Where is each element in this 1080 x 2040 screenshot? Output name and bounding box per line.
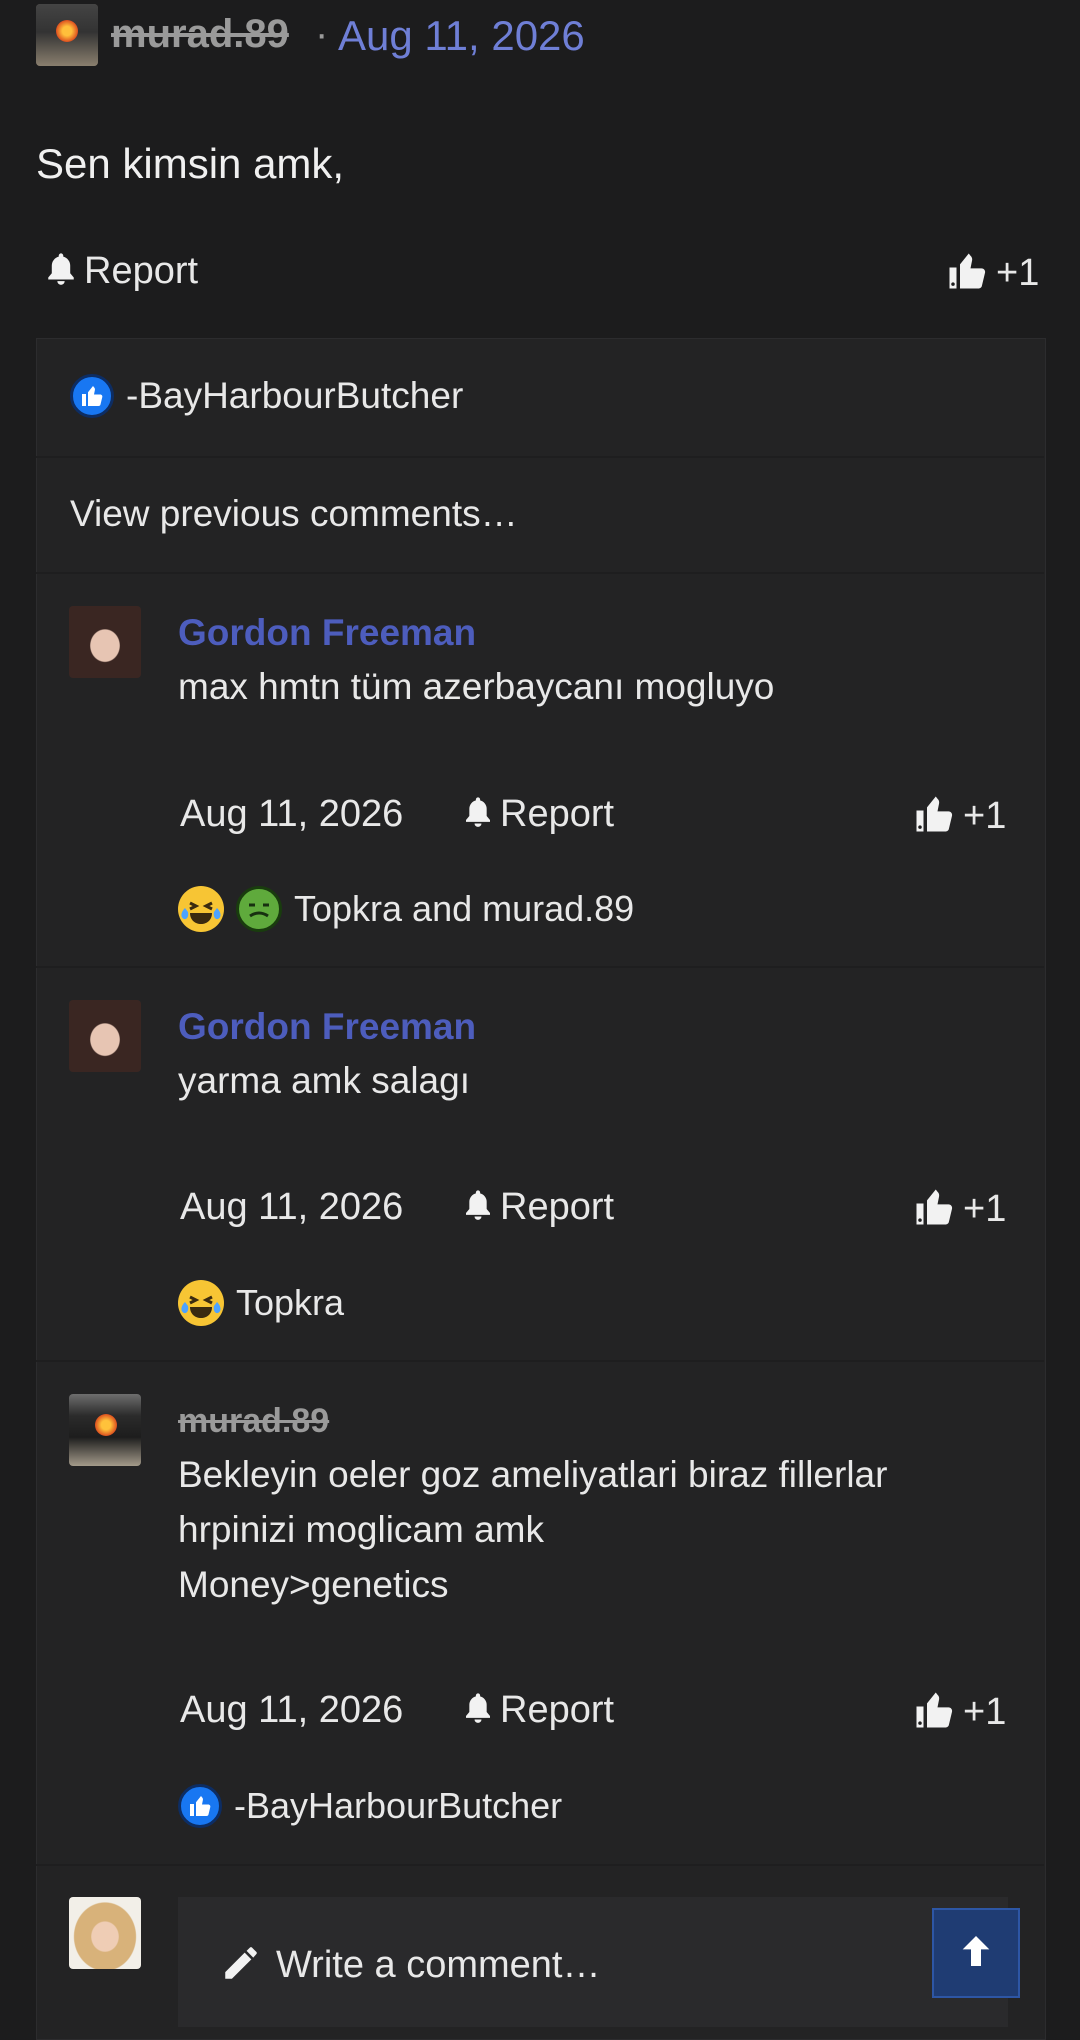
like-reaction-icon	[178, 1784, 222, 1828]
divider	[36, 572, 1044, 574]
post-author-avatar[interactable]	[36, 4, 98, 66]
comment-reactions[interactable]: Topkra	[178, 1280, 344, 1326]
comment-date[interactable]: Aug 11, 2026	[180, 793, 403, 836]
post-body: Sen kimsin amk,	[36, 140, 345, 187]
comment-like-button[interactable]: +1	[913, 1689, 1006, 1736]
reaction-users: Topkra	[236, 1282, 345, 1323]
commenter-avatar[interactable]	[69, 1394, 141, 1466]
pencil-icon	[220, 1942, 262, 1989]
commenter-avatar[interactable]	[69, 606, 141, 678]
comment-report-label: Report	[500, 1689, 615, 1731]
bell-icon	[462, 1689, 494, 1732]
laugh-cry-icon	[178, 1280, 224, 1326]
like-reaction-icon	[70, 374, 114, 418]
scroll-to-top-button[interactable]	[932, 1908, 1020, 1998]
comment-body-line: Bekleyin oeler goz ameliyatlari biraz fi…	[178, 1454, 888, 1495]
comment-report-button[interactable]: Report	[462, 1186, 614, 1229]
bell-icon	[462, 1186, 494, 1229]
view-previous-comments-link[interactable]: View previous comments…	[70, 493, 518, 535]
comment-report-button[interactable]: Report	[462, 1689, 614, 1732]
comment-author[interactable]: murad.89	[178, 1402, 329, 1441]
bell-icon	[462, 793, 494, 836]
commenter-avatar[interactable]	[69, 1000, 141, 1072]
laugh-cry-icon	[178, 886, 224, 932]
comment-date[interactable]: Aug 11, 2026	[180, 1186, 403, 1229]
reaction-users: -BayHarbourButcher	[126, 375, 464, 416]
divider	[36, 1360, 1044, 1362]
post-report-label: Report	[84, 250, 199, 292]
comment-body-line: yarma amk salagı	[178, 1060, 470, 1101]
comment-input-placeholder: Write a comment…	[276, 1944, 601, 1986]
comment-report-label: Report	[500, 793, 615, 835]
reaction-users: -BayHarbourButcher	[234, 1785, 563, 1826]
bell-icon	[44, 250, 78, 293]
post-date[interactable]: Aug 11, 2026	[338, 12, 585, 60]
divider	[36, 966, 1044, 968]
comment-body-line: Money>genetics	[178, 1564, 449, 1605]
comment-like-count: +1	[963, 795, 1007, 837]
post-like-count: +1	[996, 252, 1040, 294]
current-user-avatar	[69, 1897, 141, 1969]
comment-body-line: max hmtn tüm azerbaycanı mogluyo	[178, 666, 775, 707]
comment-body-line: hrpinizi moglicam amk	[178, 1509, 544, 1550]
post-separator: ·	[315, 12, 329, 56]
comment-author[interactable]: Gordon Freeman	[178, 1006, 476, 1048]
thumbs-up-icon	[913, 1689, 955, 1736]
comment-like-button[interactable]: +1	[913, 793, 1006, 840]
comment-like-count: +1	[963, 1188, 1007, 1230]
thumbs-up-icon	[913, 1186, 955, 1233]
post-like-button[interactable]: +1	[946, 250, 1039, 297]
post-reactions-summary[interactable]: -BayHarbourButcher	[70, 374, 463, 418]
comment-reactions[interactable]: -BayHarbourButcher	[178, 1784, 562, 1828]
comment-like-count: +1	[963, 1691, 1007, 1733]
comment-like-button[interactable]: +1	[913, 1186, 1006, 1233]
composer-prompt[interactable]: Write a comment…	[220, 1942, 600, 1989]
arrow-up-icon	[956, 1931, 996, 1976]
nauseated-icon	[236, 886, 282, 932]
thumbs-up-icon	[946, 250, 988, 297]
comment-report-button[interactable]: Report	[462, 793, 614, 836]
comment-report-label: Report	[500, 1186, 615, 1228]
thumbs-up-icon	[913, 793, 955, 840]
comment-author[interactable]: Gordon Freeman	[178, 612, 476, 654]
reaction-users: Topkra and murad.89	[294, 888, 635, 929]
comment-reactions[interactable]: Topkra and murad.89	[178, 886, 634, 932]
divider	[36, 456, 1044, 458]
comment-date[interactable]: Aug 11, 2026	[180, 1689, 403, 1732]
divider	[36, 1864, 1044, 1866]
post-report-button[interactable]: Report	[44, 250, 198, 293]
post-author-name[interactable]: murad.89	[111, 12, 289, 57]
